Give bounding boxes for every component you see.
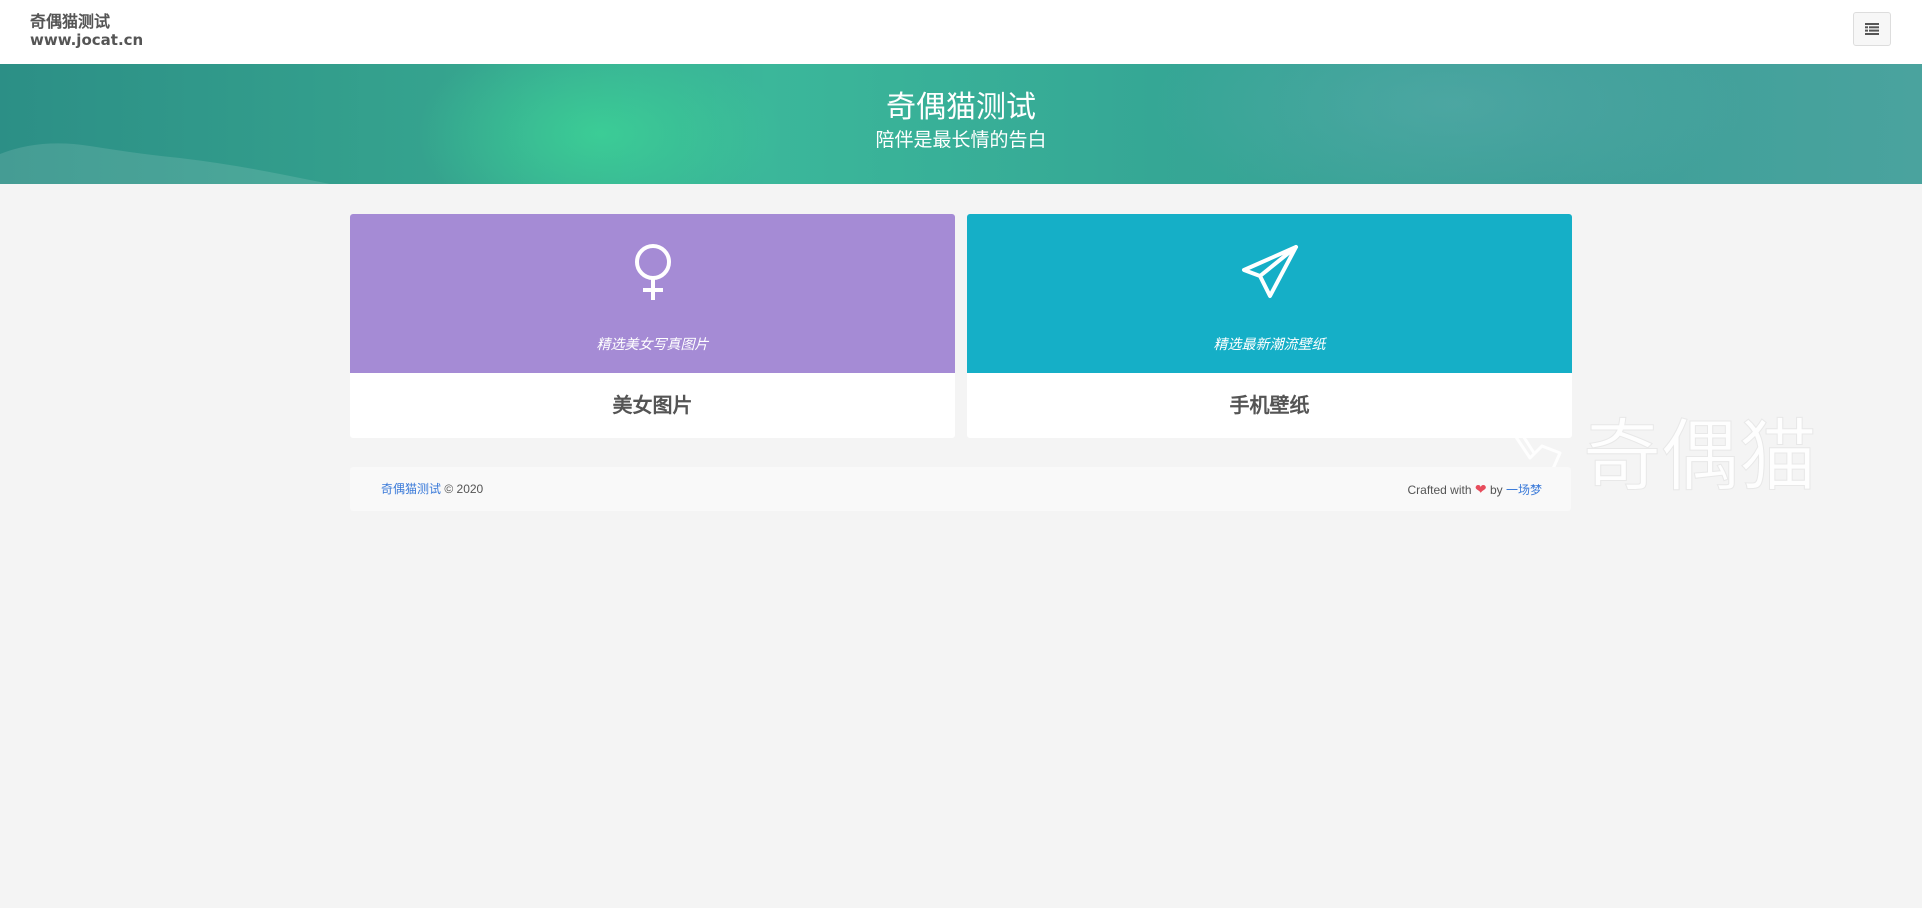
footer-left: 奇偶猫测试 © 2020	[381, 467, 483, 511]
menu-list-icon	[1865, 23, 1879, 35]
footer-site-link[interactable]: 奇偶猫测试	[381, 482, 441, 496]
card-description: 精选最新潮流壁纸	[1213, 337, 1326, 353]
card-description: 精选美女写真图片	[596, 337, 709, 353]
crafted-with-text: Crafted with	[1407, 483, 1472, 497]
footer-copyright: © 2020	[444, 482, 484, 496]
site-url: www.jocat.cn	[30, 31, 144, 49]
card-phone-wallpapers[interactable]: 精选最新潮流壁纸 手机壁纸	[967, 214, 1572, 438]
card-title[interactable]: 美女图片	[350, 373, 955, 438]
paper-plane-icon	[1241, 245, 1298, 298]
heart-icon: ❤	[1474, 481, 1487, 497]
by-text: by	[1489, 483, 1503, 497]
card-banner: 精选最新潮流壁纸	[967, 214, 1572, 373]
footer-right: Crafted with ❤ by 一场梦	[1408, 467, 1543, 512]
hero-banner: 奇偶猫测试 陪伴是最长情的告白	[0, 64, 1922, 184]
top-navbar: 奇偶猫测试 www.jocat.cn	[0, 0, 1922, 64]
site-brand[interactable]: 奇偶猫测试 www.jocat.cn	[30, 12, 143, 50]
footer-author-link[interactable]: 一场梦	[1506, 483, 1542, 497]
card-title[interactable]: 手机壁纸	[967, 373, 1572, 438]
hero-title: 奇偶猫测试	[886, 90, 1036, 125]
card-beauty-pictures[interactable]: 精选美女写真图片 美女图片	[350, 214, 955, 438]
footer: 奇偶猫测试 © 2020 Crafted with ❤ by 一场梦	[350, 467, 1571, 511]
hero-subtitle: 陪伴是最长情的告白	[875, 129, 1047, 151]
venus-female-icon	[634, 244, 671, 300]
site-name: 奇偶猫测试	[30, 12, 111, 31]
watermark-text: 奇偶猫	[1583, 412, 1817, 502]
menu-toggle-button[interactable]	[1853, 12, 1891, 46]
card-banner: 精选美女写真图片	[350, 214, 955, 373]
